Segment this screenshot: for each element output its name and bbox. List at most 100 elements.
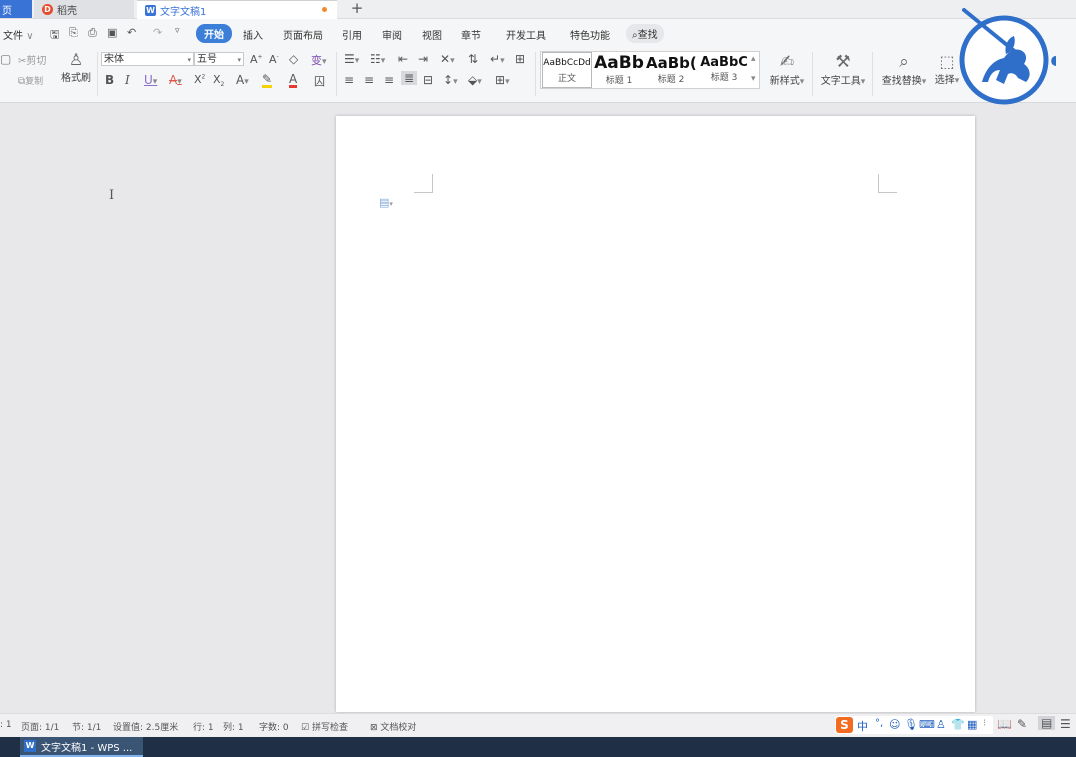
align-right-icon[interactable]: ≡: [384, 73, 394, 87]
chinese-layout-icon[interactable]: ✕▾: [440, 52, 455, 66]
clear-format-icon[interactable]: ◇: [289, 52, 298, 66]
underline-icon[interactable]: U▾: [144, 73, 157, 87]
cut-button[interactable]: ✂剪切: [18, 52, 46, 67]
font-size-select[interactable]: 五号 ▾: [194, 52, 244, 66]
ime-voice-icon[interactable]: 🎙: [904, 718, 918, 731]
show-marks-icon[interactable]: ↵▾: [490, 52, 505, 66]
tab-document[interactable]: W 文字文稿1: [137, 0, 337, 19]
title-tab-bar: 页 D 稻壳 W 文字文稿1 +: [0, 0, 1076, 19]
superscript-icon[interactable]: X2: [194, 73, 205, 86]
shading-icon[interactable]: ⬙▾: [468, 73, 482, 87]
doc-proof-button[interactable]: ⊠ 文档校对: [370, 720, 416, 733]
text-effect-icon[interactable]: A▾: [236, 73, 249, 87]
customize-qa-icon[interactable]: ▿: [175, 26, 180, 36]
menu-references[interactable]: 引用: [342, 27, 362, 42]
status-word-count[interactable]: 字数: 0: [259, 720, 289, 733]
distribute-icon[interactable]: ⊟: [423, 73, 433, 87]
menu-chapter[interactable]: 章节: [461, 27, 481, 42]
save-icon[interactable]: 🖫: [50, 26, 59, 45]
grow-font-icon[interactable]: A+: [250, 53, 263, 66]
format-painter-button[interactable]: ♙ 格式刷: [60, 50, 92, 84]
ime-keyboard-icon[interactable]: ⌨: [919, 718, 935, 731]
ime-user-icon[interactable]: ♙: [936, 718, 946, 731]
menu-insert[interactable]: 插入: [243, 27, 263, 42]
style-heading-1[interactable]: AaBb 标题 1: [594, 52, 644, 88]
paste-options-icon[interactable]: ▤▾: [379, 196, 393, 209]
sogou-ime-icon[interactable]: S: [836, 717, 853, 733]
output-pdf-icon[interactable]: ⎘: [69, 26, 78, 40]
align-center-icon[interactable]: ≡: [364, 73, 374, 87]
status-section: 节: 1/1: [72, 723, 102, 733]
bold-icon[interactable]: B: [105, 73, 114, 87]
menu-view[interactable]: 视图: [422, 27, 442, 42]
ime-toolbar: S 中 °, ☺ 🎙 ⌨ ♙ 👕 ▦ ⁝: [835, 716, 993, 734]
style-heading-3[interactable]: AaBbC 标题 3: [698, 52, 750, 88]
subscript-icon[interactable]: X2: [213, 73, 224, 88]
ime-chinese-mode-icon[interactable]: 中: [857, 718, 868, 734]
group-divider: [812, 52, 813, 96]
tab-daoke[interactable]: D 稻壳: [34, 0, 134, 18]
font-color-icon[interactable]: A: [289, 73, 298, 88]
undo-icon[interactable]: ↶: [127, 26, 136, 39]
redo-icon[interactable]: ↷: [153, 26, 162, 39]
unsaved-dot-icon: [322, 7, 327, 12]
menu-page-layout[interactable]: 页面布局: [283, 27, 323, 42]
decrease-indent-icon[interactable]: ⇤: [398, 52, 408, 66]
find-replace-button[interactable]: ⌕ 查找替换▾: [878, 52, 930, 87]
page-view-icon[interactable]: ▤: [1038, 716, 1056, 730]
gallery-more-icon[interactable]: ▾: [751, 74, 756, 84]
edit-mode-icon[interactable]: ✎: [1017, 717, 1027, 731]
strikethrough-icon[interactable]: A▾: [169, 73, 182, 87]
status-pages[interactable]: 页面: 1/1: [21, 720, 59, 733]
menu-search[interactable]: ⌕查找: [626, 24, 664, 43]
highlight-icon[interactable]: ✎: [262, 73, 273, 88]
document-page[interactable]: ▤▾: [336, 116, 975, 712]
menu-file[interactable]: 文件 ∨: [3, 27, 34, 42]
print-preview-icon[interactable]: ▣: [107, 26, 117, 39]
style-name: 正文: [557, 74, 576, 84]
print-icon[interactable]: ⎙: [88, 26, 97, 40]
menu-special[interactable]: 特色功能: [570, 27, 610, 42]
text-tools-button[interactable]: ⚒ 文字工具▾: [818, 52, 868, 87]
phonetic-guide-icon[interactable]: 变▾: [311, 52, 327, 68]
menu-search-label: 查找: [637, 30, 658, 41]
margin-corner-mark: [878, 174, 897, 193]
ime-emoji-icon[interactable]: ☺: [889, 718, 900, 731]
taskbar-wps-item[interactable]: W 文字文稿1 - WPS ...: [20, 737, 143, 757]
wps-writer-icon: W: [145, 4, 156, 16]
style-normal[interactable]: AaBbCcDd 正文: [542, 52, 592, 88]
status-col: 列: 1: [223, 723, 244, 733]
new-tab-button[interactable]: +: [348, 0, 366, 18]
ime-expand-icon[interactable]: ⁝: [983, 718, 986, 729]
ime-punct-icon[interactable]: °,: [875, 718, 883, 729]
tabs-ruler-icon[interactable]: ⊞: [515, 52, 525, 66]
brush-icon: ♙: [68, 50, 84, 69]
style-heading-2[interactable]: AaBb( 标题 2: [646, 52, 696, 88]
tab-home[interactable]: 页: [0, 0, 32, 18]
char-border-icon[interactable]: 囚: [314, 73, 325, 89]
italic-icon[interactable]: I: [125, 73, 130, 87]
font-name-select[interactable]: 宋体 ▾: [101, 52, 194, 66]
select-label: 选择: [934, 75, 955, 86]
spell-check-button[interactable]: ☑ 拼写检查: [301, 720, 348, 733]
shrink-font-icon[interactable]: A-: [269, 53, 279, 66]
increase-indent-icon[interactable]: ⇥: [418, 52, 428, 66]
menu-review[interactable]: 审阅: [382, 27, 402, 42]
bullets-icon[interactable]: ☰▾: [344, 52, 359, 66]
menu-developer[interactable]: 开发工具: [506, 27, 546, 42]
line-spacing-icon[interactable]: ↕▾: [443, 73, 458, 87]
align-left-icon[interactable]: ≡: [344, 73, 354, 87]
copy-button[interactable]: ⧉复制: [18, 74, 43, 87]
gallery-scroll-up-icon[interactable]: ▴: [751, 54, 756, 64]
ime-skin-icon[interactable]: 👕: [951, 718, 965, 731]
paste-icon[interactable]: ▢: [0, 52, 11, 66]
borders-icon[interactable]: ⊞▾: [495, 73, 510, 87]
sort-icon[interactable]: ⇅: [468, 52, 478, 66]
read-mode-icon[interactable]: 📖: [997, 717, 1012, 731]
outline-view-icon[interactable]: ☰: [1060, 717, 1071, 731]
menu-home[interactable]: 开始: [196, 24, 232, 43]
new-style-button[interactable]: ✍ 新样式▾: [766, 52, 808, 87]
justify-icon[interactable]: ≣: [401, 71, 418, 85]
numbering-icon[interactable]: ☷▾: [370, 52, 385, 66]
ime-toolbox-icon[interactable]: ▦: [967, 718, 977, 731]
